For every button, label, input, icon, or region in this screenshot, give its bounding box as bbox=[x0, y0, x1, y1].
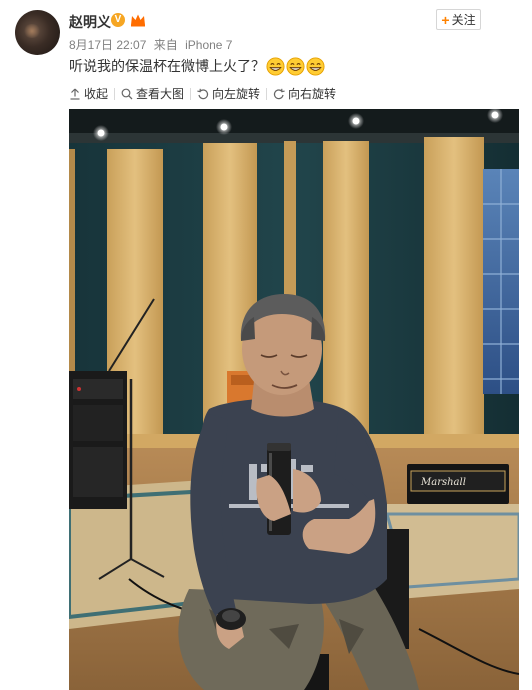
follow-label: 关注 bbox=[451, 13, 476, 27]
post-text-row: 听说我的保温杯在微博上火了？ bbox=[69, 56, 325, 76]
source-prefix: 来自 bbox=[153, 38, 178, 52]
user-name[interactable]: 赵明义 bbox=[69, 12, 111, 32]
post-text: 听说我的保温杯在微博上火了？ bbox=[69, 58, 265, 74]
rotate-right-icon bbox=[273, 88, 285, 99]
rotate-right-button[interactable]: 向右旋转 bbox=[273, 85, 336, 102]
photo-toolbar: 收起 查看大图 向左旋转 向右旋转 bbox=[69, 85, 336, 102]
post-photo[interactable]: Marshall bbox=[69, 109, 519, 690]
member-crown-icon[interactable] bbox=[130, 13, 146, 27]
collapse-label: 收起 bbox=[84, 87, 109, 101]
view-large-label: 查看大图 bbox=[136, 87, 185, 101]
post-time[interactable]: 8月17日 22:07 bbox=[69, 38, 146, 52]
amp-logo: Marshall bbox=[420, 477, 466, 488]
post-device[interactable]: iPhone 7 bbox=[185, 38, 232, 52]
collapse-icon bbox=[70, 88, 80, 100]
view-large-button[interactable]: 查看大图 bbox=[121, 85, 184, 102]
post-meta: 8月17日 22:07 来自 iPhone 7 bbox=[69, 36, 236, 53]
follow-button[interactable]: + 关注 bbox=[436, 9, 481, 30]
rotate-right-label: 向右旋转 bbox=[288, 87, 337, 101]
toolbar-divider bbox=[190, 87, 192, 100]
avatar[interactable] bbox=[15, 10, 60, 55]
rotate-left-icon bbox=[197, 88, 209, 99]
rotate-left-button[interactable]: 向左旋转 bbox=[197, 85, 260, 102]
toolbar-divider bbox=[266, 87, 268, 100]
verified-icon: V bbox=[111, 13, 125, 27]
plus-icon: + bbox=[441, 11, 450, 28]
grin-emoji-icon bbox=[306, 56, 325, 76]
collapse-button[interactable]: 收起 bbox=[69, 85, 108, 102]
grin-emoji-icon bbox=[286, 56, 305, 76]
studio-photo: Marshall bbox=[69, 109, 519, 690]
grin-emoji-icon bbox=[266, 56, 285, 76]
magnifier-icon bbox=[121, 88, 133, 99]
toolbar-divider bbox=[114, 87, 116, 100]
rotate-left-label: 向左旋转 bbox=[212, 87, 261, 101]
